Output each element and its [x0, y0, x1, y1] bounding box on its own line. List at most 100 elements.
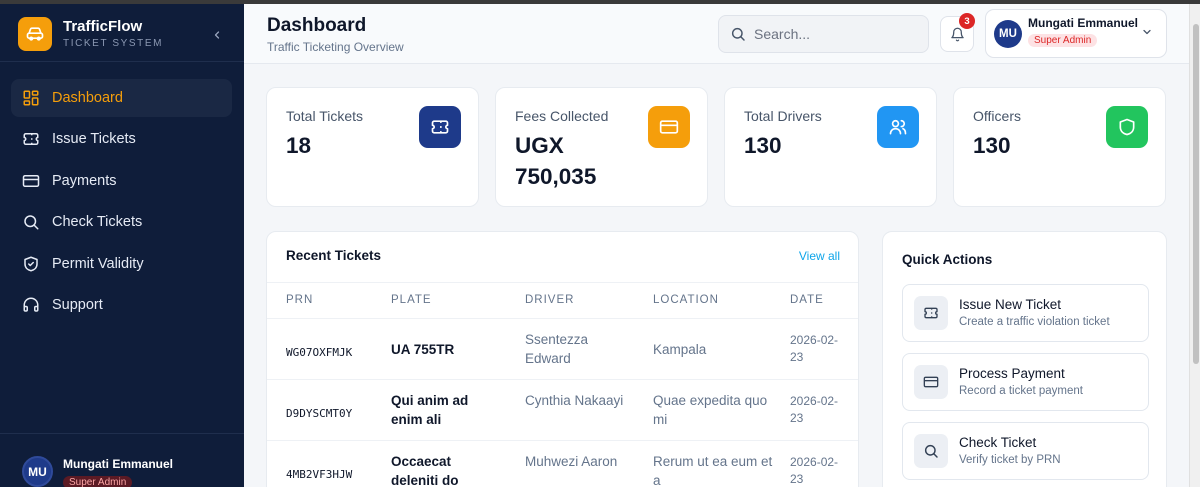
avatar: MU	[994, 20, 1022, 48]
dashboard-grid-icon	[23, 90, 39, 106]
page-scrollbar[interactable]	[1189, 4, 1200, 487]
cell-prn: WG07OXFMJK	[286, 346, 353, 359]
stat-label: Fees Collected	[515, 108, 609, 124]
cell-date: 2026-02-23	[790, 455, 839, 486]
column-header-date: DATE	[790, 294, 824, 306]
sidebar-divider	[0, 433, 244, 434]
sidebar-divider	[0, 61, 244, 62]
credit-card-icon	[648, 106, 690, 148]
bell-icon	[950, 27, 964, 41]
cell-location: Rerum ut ea eum et a	[653, 454, 773, 487]
stat-value: UGX 750,035	[515, 133, 597, 189]
collapse-sidebar-button[interactable]	[208, 26, 226, 44]
column-header-location: LOCATION	[653, 294, 719, 306]
brand-name: TrafficFlow	[63, 17, 143, 35]
search-icon	[24, 215, 39, 230]
shield-icon	[1106, 106, 1148, 148]
sidebar: TrafficFlow TICKET SYSTEM Dashboard Issu…	[0, 4, 244, 487]
quick-action-description: Create a traffic violation ticket	[959, 316, 1110, 328]
stat-card-officers: Officers 130	[953, 87, 1166, 207]
quick-action-label: Issue New Ticket	[959, 297, 1062, 312]
column-header-prn: PRN	[286, 294, 314, 306]
column-header-plate: PLATE	[391, 294, 432, 306]
search-icon	[731, 27, 745, 41]
search-input[interactable]	[754, 26, 914, 42]
sidebar-item-label: Support	[52, 296, 103, 313]
sidebar-item-dashboard[interactable]: Dashboard	[11, 79, 232, 117]
view-all-link[interactable]: View all	[799, 249, 840, 263]
page-subtitle: Traffic Ticketing Overview	[267, 40, 404, 54]
sidebar-item-issue-tickets[interactable]: Issue Tickets	[11, 120, 232, 158]
brand[interactable]: TrafficFlow TICKET SYSTEM	[18, 17, 163, 51]
credit-card-icon	[22, 174, 40, 187]
check-ticket-button[interactable]: Check Ticket Verify ticket by PRN	[902, 422, 1149, 480]
chevron-down-icon	[1143, 29, 1151, 35]
stat-value: 130	[973, 133, 1011, 158]
top-bar: Dashboard Traffic Ticketing Overview 3 M…	[244, 4, 1189, 64]
role-badge: Super Admin	[63, 476, 133, 487]
stat-card-total-tickets: Total Tickets 18	[266, 87, 479, 207]
issue-new-ticket-button[interactable]: Issue New Ticket Create a traffic violat…	[902, 284, 1149, 342]
panel-title: Recent Tickets	[286, 248, 382, 263]
search-box[interactable]	[718, 15, 929, 53]
stat-label: Total Tickets	[286, 108, 364, 124]
sidebar-user-name: Mungati Emmanuel	[63, 457, 174, 471]
stat-value: 130	[744, 133, 782, 158]
stat-card-total-drivers: Total Drivers 130	[724, 87, 937, 207]
table-row[interactable]: WG07OXFMJK UA 755TR Ssentezza Edward Kam…	[267, 319, 858, 380]
cell-driver: Ssentezza Edward	[525, 332, 589, 366]
page-title: Dashboard	[267, 15, 367, 36]
cell-location: Quae expedita quo mi	[653, 393, 768, 427]
sidebar-item-support[interactable]: Support	[11, 286, 232, 324]
quick-action-label: Process Payment	[959, 366, 1065, 381]
recent-tickets-panel: Recent Tickets View all PRN PLATE DRIVER…	[266, 231, 859, 487]
brand-subtitle: TICKET SYSTEM	[63, 37, 164, 49]
quick-action-description: Record a ticket payment	[959, 385, 1084, 397]
cell-date: 2026-02-23	[790, 394, 839, 425]
sidebar-item-label: Permit Validity	[52, 255, 144, 272]
table-row[interactable]: D9DYSCMT0Y Qui anim ad enim ali Cynthia …	[267, 380, 858, 441]
stat-label: Total Drivers	[744, 108, 822, 124]
car-logo-icon	[18, 17, 52, 51]
cell-driver: Muhwezi Aaron	[525, 454, 618, 469]
notifications-button[interactable]: 3	[940, 13, 975, 52]
table-header: PRN PLATE DRIVER LOCATION DATE	[267, 282, 858, 319]
ticket-icon	[419, 106, 461, 148]
stat-card-fees-collected: Fees Collected UGX 750,035	[495, 87, 708, 207]
cell-prn: 4MB2VF3HJW	[286, 468, 353, 481]
process-payment-button[interactable]: Process Payment Record a ticket payment	[902, 353, 1149, 411]
notification-count-badge: 3	[959, 13, 975, 29]
sidebar-item-label: Issue Tickets	[52, 131, 136, 148]
shield-check-icon	[24, 256, 38, 272]
chevron-left-icon	[214, 31, 220, 39]
scrollbar-thumb[interactable]	[1193, 24, 1199, 364]
sidebar-user[interactable]: MU Mungati Emmanuel Super Admin	[22, 456, 173, 487]
sidebar-nav: Dashboard Issue Tickets Payments Check T…	[11, 79, 232, 327]
quick-action-description: Verify ticket by PRN	[959, 454, 1061, 466]
sidebar-item-label: Check Tickets	[52, 214, 143, 231]
cell-plate: Occaecat deleniti do	[391, 454, 459, 487]
sidebar-item-payments[interactable]: Payments	[11, 162, 232, 200]
ticket-icon	[914, 296, 948, 330]
panel-title: Quick Actions	[902, 252, 993, 267]
users-icon	[877, 106, 919, 148]
credit-card-icon	[914, 365, 948, 399]
cell-driver: Cynthia Nakaayi	[525, 393, 624, 408]
avatar: MU	[22, 456, 53, 487]
cell-location: Kampala	[653, 342, 707, 357]
user-name: Mungati Emmanuel	[1028, 16, 1139, 30]
sidebar-item-check-tickets[interactable]: Check Tickets	[11, 203, 232, 241]
cell-prn: D9DYSCMT0Y	[286, 407, 353, 420]
stat-value: 18	[286, 133, 312, 158]
user-menu[interactable]: MU Mungati Emmanuel Super Admin	[985, 9, 1167, 58]
column-header-driver: DRIVER	[525, 294, 575, 306]
sidebar-item-label: Payments	[52, 172, 117, 189]
role-badge: Super Admin	[1028, 34, 1098, 47]
cell-plate: UA 755TR	[391, 342, 455, 357]
stat-label: Officers	[973, 108, 1021, 124]
search-icon	[914, 434, 948, 468]
cell-date: 2026-02-23	[790, 333, 839, 364]
headset-icon	[23, 297, 39, 312]
sidebar-item-permit-validity[interactable]: Permit Validity	[11, 245, 232, 283]
table-row[interactable]: 4MB2VF3HJW Occaecat deleniti do Muhwezi …	[267, 441, 858, 487]
